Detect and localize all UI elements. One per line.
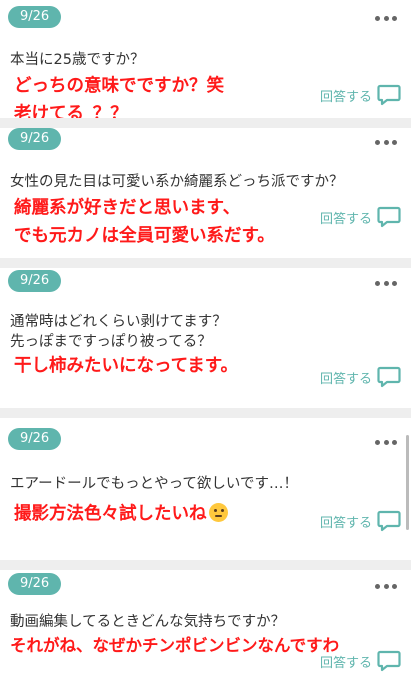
answer-text: 綺麗系が好きだと思います、 でも元カノは全員可愛い系だす。: [14, 194, 275, 250]
date-badge: 9/26: [8, 270, 62, 292]
question-text: 通常時はどれくらい剥けてます？ 先っぽまですっぽり被ってる？: [10, 312, 405, 352]
reply-label: 回答する: [319, 89, 372, 105]
speech-bubble-icon: [377, 510, 401, 532]
speech-bubble-icon: [377, 366, 401, 388]
speech-bubble-icon: [377, 84, 401, 106]
speech-bubble-icon: [377, 206, 401, 228]
reply-button[interactable]: 回答する: [320, 206, 401, 228]
answer-line: どっちの意味でですか？笑: [14, 76, 224, 96]
speech-bubble-icon: [377, 650, 401, 672]
reply-label: 回答する: [319, 371, 372, 387]
divider: [0, 118, 411, 128]
answer-line: 綺麗系が好きだと思います、: [14, 198, 241, 218]
post-card: 9/26 エアードールでもっとやって欲しいです…！ 撮影方法色々試したいね 回答…: [0, 418, 411, 560]
divider: [0, 408, 411, 418]
question-text: エアードールでもっとやって欲しいです…！: [10, 474, 405, 494]
answer-line: 干し柿みたいになってます。: [14, 356, 238, 376]
date-badge: 9/26: [8, 428, 62, 450]
question-line: 先っぽまですっぽり被ってる？: [10, 334, 212, 350]
reply-button[interactable]: 回答する: [320, 650, 401, 672]
question-line: 通常時はどれくらい剥けてます？: [10, 314, 227, 330]
answer-text: それがね、なぜかチンポビンビンなんですわ: [10, 632, 339, 660]
post-card: 9/26 通常時はどれくらい剥けてます？ 先っぽまですっぽり被ってる？ 干し柿み…: [0, 268, 411, 408]
more-options-icon[interactable]: [375, 582, 397, 590]
more-options-icon[interactable]: [375, 14, 397, 22]
reply-button[interactable]: 回答する: [320, 510, 401, 532]
more-options-icon[interactable]: [375, 438, 397, 446]
reply-button[interactable]: 回答する: [320, 366, 401, 388]
answer-line: でも元カノは全員可愛い系だす。: [14, 226, 275, 246]
date-badge: 9/26: [8, 573, 62, 595]
divider: [0, 258, 411, 268]
date-badge: 9/26: [8, 6, 62, 28]
answer-line: それがね、なぜかチンポビンビンなんですわ: [10, 636, 340, 655]
reply-label: 回答する: [319, 515, 372, 531]
question-text: 動画編集してるときどんな気持ちですか？: [10, 612, 405, 632]
question-line: 女性の見た目は可愛い系か綺麗系どっち派ですか？: [10, 174, 344, 190]
question-text: 本当に25歳ですか？: [10, 50, 405, 70]
answer-text: 撮影方法色々試したいね: [14, 500, 228, 528]
reply-button[interactable]: 回答する: [320, 84, 401, 106]
answer-line: 撮影方法色々試したいね: [14, 504, 207, 524]
reply-label: 回答する: [319, 655, 372, 671]
question-line: エアードールでもっとやって欲しいです…！: [10, 476, 298, 492]
thinking-face-icon: [208, 503, 228, 522]
post-card: 9/26 動画編集してるときどんな気持ちですか？ それがね、なぜかチンポビンビン…: [0, 570, 411, 680]
question-text: 女性の見た目は可愛い系か綺麗系どっち派ですか？: [10, 172, 405, 192]
more-options-icon[interactable]: [375, 138, 397, 146]
question-line: 動画編集してるときどんな気持ちですか？: [10, 614, 286, 630]
date-badge: 9/26: [8, 128, 62, 150]
post-card: 9/26 女性の見た目は可愛い系か綺麗系どっち派ですか？ 綺麗系が好きだと思いま…: [0, 128, 411, 258]
divider: [0, 560, 411, 570]
scrollbar[interactable]: [406, 435, 409, 530]
reply-label: 回答する: [319, 211, 372, 227]
question-line: 本当に25歳ですか？: [10, 52, 145, 68]
post-card: 9/26 本当に25歳ですか？ どっちの意味でですか？笑 老けてる_？？ 回答す…: [0, 0, 411, 124]
answer-text: 干し柿みたいになってます。: [14, 352, 238, 380]
more-options-icon[interactable]: [375, 279, 397, 287]
